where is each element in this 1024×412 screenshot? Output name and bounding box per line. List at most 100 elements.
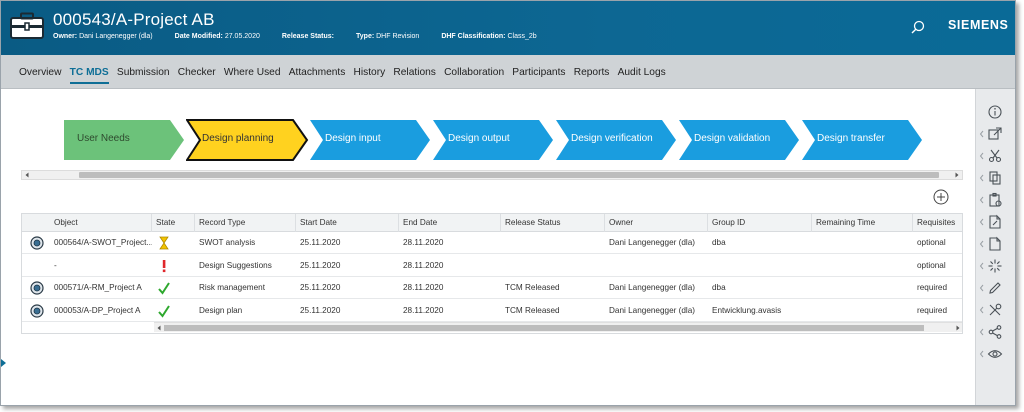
meta-label: DHF Classification: [441, 33, 506, 40]
toolbar-item[interactable] [976, 323, 1015, 341]
tab-where-used[interactable]: Where Used [224, 67, 281, 78]
info-icon[interactable] [987, 104, 1003, 120]
document-edit-icon[interactable] [987, 214, 1003, 230]
eye-icon[interactable] [987, 346, 1003, 362]
scroll-thumb[interactable] [79, 172, 939, 178]
column-header-state[interactable]: State [152, 214, 195, 232]
paste-special-icon[interactable] [987, 192, 1003, 208]
meta-value: 27.05.2020 [224, 33, 260, 40]
meta-value: DHF Revision [376, 33, 420, 40]
chevron-left-icon[interactable] [978, 239, 986, 249]
chevron-left-icon[interactable] [978, 151, 986, 161]
toolbar-item[interactable] [976, 103, 1015, 121]
scroll-left-arrow-icon[interactable] [155, 324, 163, 332]
tab-submission[interactable]: Submission [117, 67, 170, 78]
sparkle-icon[interactable] [987, 258, 1003, 274]
process-step-user-needs[interactable]: User Needs [63, 119, 190, 161]
tab-tc-mds[interactable]: TC MDS [69, 67, 109, 84]
chevron-left-icon[interactable] [978, 173, 986, 183]
cell-group: dba [712, 238, 726, 247]
process-step-design-output[interactable]: Design output [432, 119, 559, 161]
header: 000543/A-Project AB Owner: Dani Langeneg… [1, 1, 1015, 55]
hourglass-icon [159, 236, 169, 250]
open-external-icon[interactable] [987, 126, 1003, 142]
cell-group [708, 255, 812, 277]
table-row[interactable]: 000571/A-RM_Project A Risk management 25.1… [22, 277, 962, 299]
process-step-design-planning[interactable]: Design planning [186, 119, 313, 161]
chevron-left-icon[interactable] [978, 217, 986, 227]
column-header-object[interactable]: Object [22, 214, 152, 232]
tab-history[interactable]: History [354, 67, 386, 78]
checkmark-icon [158, 282, 170, 295]
chevron-left-icon[interactable] [978, 195, 986, 205]
table-row[interactable]: 000053/A-DP_Project A Design plan 25.11.20… [22, 300, 962, 322]
cell-object[interactable]: - [22, 255, 152, 277]
toolbar-item[interactable] [976, 125, 1015, 143]
process-step-label: Design verification [571, 133, 653, 144]
column-header-release-status[interactable]: Release Status [501, 214, 605, 232]
cut-icon[interactable] [987, 148, 1003, 164]
chevron-left-icon[interactable] [978, 261, 986, 271]
tab-relations[interactable]: Relations [393, 67, 435, 78]
column-header-requisites[interactable]: Requisites [913, 214, 962, 232]
scroll-thumb[interactable] [164, 325, 924, 331]
table-row[interactable]: 000564/A-SWOT_Project... SWOT analysis 25.… [22, 232, 962, 254]
share-icon[interactable] [987, 324, 1003, 340]
tab-audit-logs[interactable]: Audit Logs [618, 67, 666, 78]
chevron-left-icon[interactable] [978, 327, 986, 337]
chevron-left-icon[interactable] [978, 349, 986, 359]
cell-release-status [501, 255, 605, 277]
cell-release-status: TCM Released [505, 283, 560, 292]
toolbar-item[interactable] [976, 213, 1015, 231]
column-header-owner[interactable]: Owner [605, 214, 708, 232]
toolbar-item[interactable] [976, 279, 1015, 297]
toolbar-item[interactable] [976, 147, 1015, 165]
column-header-record-type[interactable]: Record Type [195, 214, 296, 232]
column-header-remaining-time[interactable]: Remaining Time [812, 214, 913, 232]
tab-collaboration[interactable]: Collaboration [444, 67, 504, 78]
process-step-design-transfer[interactable]: Design transfer [801, 119, 928, 161]
cell-start: 25.11.2020 [300, 260, 341, 270]
process-step-design-input[interactable]: Design input [309, 119, 436, 161]
scroll-right-arrow-icon[interactable] [954, 324, 962, 332]
tab-overview[interactable]: Overview [19, 67, 61, 78]
column-header-end-date[interactable]: End Date [399, 214, 501, 232]
toolbar-item[interactable] [976, 235, 1015, 253]
tools-icon[interactable] [987, 302, 1003, 318]
process-flow-scrollbar[interactable] [21, 170, 963, 180]
cell-object[interactable]: 000571/A-RM_Project A [22, 277, 152, 299]
meta-label: Date Modified: [174, 33, 223, 40]
exclamation-icon [162, 259, 166, 272]
add-button[interactable] [933, 189, 949, 205]
tab-attachments[interactable]: Attachments [289, 67, 346, 78]
document-icon[interactable] [987, 236, 1003, 252]
toolbar-item[interactable] [976, 257, 1015, 275]
tab-participants[interactable]: Participants [512, 67, 565, 78]
pencil-icon[interactable] [987, 280, 1003, 296]
column-header-group-id[interactable]: Group ID [708, 214, 812, 232]
search-icon[interactable] [911, 20, 925, 34]
process-flow: User Needs Design planning Design input Des… [21, 113, 963, 169]
column-header-start-date[interactable]: Start Date [296, 214, 399, 232]
expand-left-panel-icon[interactable] [1, 359, 6, 367]
table-row[interactable]: - Design Suggestions 25.11.2020 28.11.2020 o… [22, 255, 962, 277]
tab-reports[interactable]: Reports [574, 67, 610, 78]
toolbar-item[interactable] [976, 169, 1015, 187]
chevron-left-icon[interactable] [978, 129, 986, 139]
toolbar-item[interactable] [976, 301, 1015, 319]
chevron-left-icon[interactable] [978, 305, 986, 315]
process-step-design-validation[interactable]: Design validation [678, 119, 805, 161]
tab-checker[interactable]: Checker [178, 67, 216, 78]
cell-group: Entwicklung.avasis [712, 305, 782, 315]
table-scrollbar[interactable] [154, 322, 962, 332]
cell-object[interactable]: 000053/A-DP_Project A [22, 300, 152, 322]
cell-requisites: required [917, 283, 948, 292]
chevron-left-icon[interactable] [978, 283, 986, 293]
toolbar-item[interactable] [976, 345, 1015, 363]
cell-object[interactable]: 000564/A-SWOT_Project... [22, 232, 152, 254]
scroll-left-arrow-icon[interactable] [23, 171, 31, 179]
toolbar-item[interactable] [976, 191, 1015, 209]
scroll-right-arrow-icon[interactable] [953, 171, 961, 179]
process-step-design-verification[interactable]: Design verification [555, 119, 682, 161]
copy-icon[interactable] [987, 170, 1003, 186]
